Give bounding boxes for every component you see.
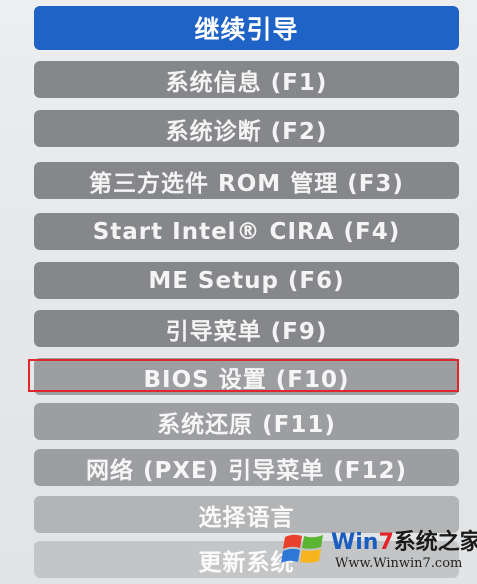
watermark-url: Www.Winwin7.com (335, 556, 463, 571)
winwin7-watermark: Win7系统之家 Www.Winwin7.com (281, 522, 477, 580)
start-intel-cira-button[interactable]: Start Intel® CIRA (F4) (34, 213, 459, 250)
watermark-title-seven: 7 (378, 530, 394, 555)
system-restore-button[interactable]: 系统还原 (F11) (34, 403, 459, 440)
option-rom-management-button[interactable]: 第三方选件 ROM 管理 (F3) (34, 162, 459, 199)
boot-menu-button[interactable]: 引导菜单 (F9) (34, 310, 459, 347)
system-info-button[interactable]: 系统信息 (F1) (34, 61, 459, 98)
boot-menu: 继续引导 系统信息 (F1) 系统诊断 (F2) 第三方选件 ROM 管理 (F… (0, 0, 477, 584)
me-setup-button[interactable]: ME Setup (F6) (34, 262, 459, 299)
watermark-title-rest: 系统之家 (393, 530, 477, 555)
continue-boot-button[interactable]: 继续引导 (34, 6, 459, 50)
watermark-title: Win7系统之家 (331, 524, 477, 556)
windows-flag-logo-icon (281, 534, 323, 563)
network-pxe-boot-button[interactable]: 网络 (PXE) 引导菜单 (F12) (34, 449, 459, 486)
bios-setup-button[interactable]: BIOS 设置 (F10) (34, 358, 459, 395)
system-diagnostics-button[interactable]: 系统诊断 (F2) (34, 110, 459, 147)
watermark-title-win: Win (331, 530, 379, 555)
